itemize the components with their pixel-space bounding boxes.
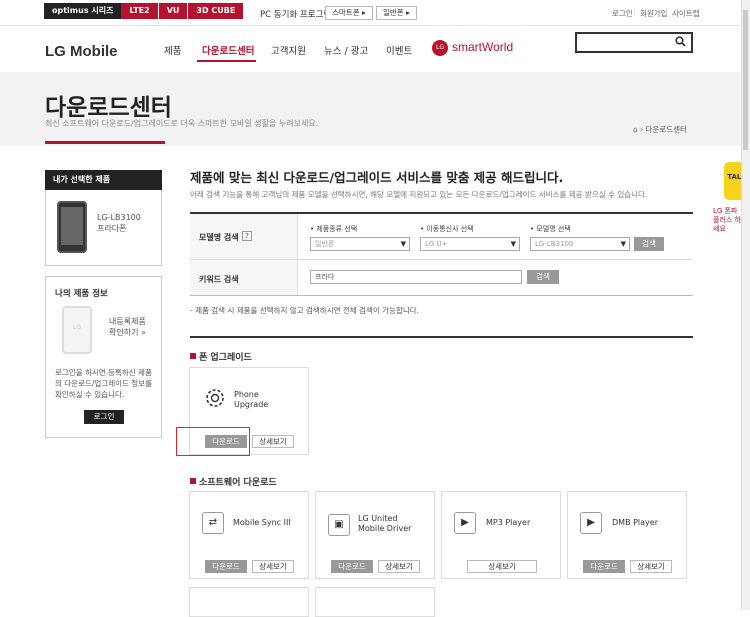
phone-placeholder-icon: LG: [62, 306, 92, 354]
my-registered-products-link[interactable]: 내등록제품 확인하기 »: [109, 316, 146, 338]
usb-driver-icon: ▣: [328, 514, 350, 536]
main-title: 제품에 맞는 최신 다운로드/업그레이드 서비스를 맞춤 제공 해드립니다.: [190, 170, 564, 185]
carrier-label: • 이동통신사 선택: [420, 225, 474, 233]
phone-upgrade-name-line2: Upgrade: [234, 400, 269, 409]
product-type-select[interactable]: 일반폰 ▼: [310, 237, 410, 251]
pc-sync-label: PC 동기화 프로그램: [260, 10, 332, 20]
phone-upgrade-detail-button[interactable]: 상세보기: [252, 435, 294, 448]
play-icon: ▶: [580, 512, 602, 534]
software-card-name-line1: LG United: [358, 514, 398, 523]
talk-promo-text[interactable]: LG 폰파 플러스 하세요: [713, 207, 743, 234]
main-subtitle: 아래 검색 기능을 통해 고객님의 제품 모델을 선택하시면, 해당 모델에 지…: [190, 190, 648, 199]
play-icon: ▶: [454, 512, 476, 534]
search-icon[interactable]: [675, 36, 686, 50]
software-download-title: 소프트웨어 다운로드: [199, 478, 277, 488]
carrier-value: LG U+: [425, 240, 448, 248]
registered-link-line2: 확인하기 »: [109, 328, 146, 337]
brand-optimus-link[interactable]: optimus 시리즈: [44, 3, 122, 19]
software-card-name: Mobile Sync III: [233, 518, 291, 527]
help-icon[interactable]: ?: [242, 231, 252, 241]
page-subtitle: 최신 소프트웨어 다운로드/업그레이드로 더욱 스마트한 모바일 생활을 누려보…: [45, 119, 319, 128]
nav-support[interactable]: 고객지원: [271, 43, 306, 57]
login-info-text: 로그인을 하시면 등록하신 제품의 다운로드/업그레이드 정보를 확인하실 수 …: [55, 368, 152, 399]
scrollbar-thumb[interactable]: [743, 10, 748, 150]
model-search-button[interactable]: 검색: [634, 237, 664, 251]
nav-events[interactable]: 이벤트: [386, 43, 412, 57]
keyword-search-label: 키워드 검색: [199, 275, 239, 284]
brand-lte2-link[interactable]: LTE2: [121, 3, 158, 19]
link-separator: |: [665, 8, 668, 16]
sitemap-link[interactable]: 사이트맵: [672, 8, 700, 19]
brand-3dcube-link[interactable]: 3D CUBE: [187, 3, 244, 19]
phone-upgrade-name: Phone Upgrade: [234, 390, 268, 410]
link-separator: |: [633, 8, 636, 16]
selected-product-name: LG-LB3100 프라다폰: [97, 212, 141, 234]
keyword-input[interactable]: 프라다: [310, 270, 522, 284]
sync-icon: ⇄: [202, 512, 224, 534]
product-type-value: 일반폰: [315, 240, 335, 248]
software-detail-button[interactable]: 상세보기: [467, 560, 537, 573]
software-download-button[interactable]: 다운로드: [205, 560, 247, 573]
model-name-value: LG-LB3100: [535, 240, 574, 248]
model-name-select[interactable]: LG-LB3100 ▼: [530, 237, 630, 251]
keyword-search-button[interactable]: 검색: [527, 270, 559, 284]
nav-products[interactable]: 제품: [164, 43, 181, 57]
gear-icon: [202, 385, 228, 411]
section-bullet: [190, 478, 196, 484]
phone-upgrade-name-line1: Phone: [234, 390, 259, 399]
chevron-down-icon: ▼: [620, 240, 626, 248]
nav-news[interactable]: 뉴스 / 광고: [324, 43, 368, 57]
page-title: 다운로드센터: [45, 95, 172, 121]
selected-model-name: 프라다폰: [97, 224, 127, 233]
software-download-button[interactable]: 다운로드: [583, 560, 625, 573]
software-download-button[interactable]: 다운로드: [331, 560, 373, 573]
software-detail-button[interactable]: 상세보기: [378, 560, 420, 573]
chevron-down-icon: ▼: [400, 240, 406, 248]
nav-active-underline: [197, 60, 256, 62]
model-name-label: • 모델명 선택: [530, 225, 571, 233]
brand-strip: optimus 시리즈 LTE2 VU 3D CUBE: [44, 3, 244, 19]
my-product-info-title: 나의 제품 정보: [55, 289, 108, 299]
software-card-name: LG United Mobile Driver: [358, 514, 411, 534]
search-note: - 제품 검색 시 제품을 선택하지 않고 검색하시면 전체 검색이 가능합니다…: [190, 306, 420, 315]
software-card-name: MP3 Player: [486, 518, 531, 527]
lg-logo-icon: LG: [432, 40, 448, 56]
carrier-select[interactable]: LG U+ ▼: [420, 237, 520, 251]
registered-link-line1: 내등록제품: [109, 317, 146, 326]
phone-screen: [61, 207, 83, 245]
breadcrumb[interactable]: ⌂ › 다운로드센터: [633, 124, 687, 135]
brand-vu-link[interactable]: VU: [157, 3, 188, 19]
model-search-label: 모델명 검색: [199, 233, 239, 242]
software-detail-button[interactable]: 상세보기: [252, 560, 294, 573]
software-card: [189, 587, 309, 617]
phone-upgrade-title: 폰 업그레이드: [199, 353, 252, 363]
software-card-name: DMB Player: [612, 518, 658, 527]
software-detail-button[interactable]: 상세보기: [630, 560, 672, 573]
smartworld-link[interactable]: smartWorld: [452, 40, 513, 54]
signup-link[interactable]: 회원가입: [640, 8, 668, 19]
selected-model: LG-LB3100: [97, 213, 141, 222]
product-type-label: • 제품종류 선택: [310, 225, 358, 233]
sidebar-login-button[interactable]: 로그인: [84, 410, 124, 424]
section-bullet: [190, 353, 196, 359]
highlight-box: [176, 427, 250, 456]
lg-mobile-logo[interactable]: LG Mobile: [45, 43, 118, 60]
section-divider: [190, 336, 693, 338]
nav-download-center[interactable]: 다운로드센터: [202, 43, 254, 57]
login-link[interactable]: 로그인: [612, 8, 633, 19]
featurephone-button[interactable]: 일반폰 ▸: [376, 6, 417, 20]
selected-product-header: 내가 선택한 제품: [45, 170, 162, 190]
chevron-down-icon: ▼: [510, 240, 516, 248]
header-divider: [0, 25, 750, 26]
smartphone-button[interactable]: 스마트폰 ▸: [325, 6, 373, 20]
title-accent-bar: [45, 141, 165, 144]
software-card: [315, 587, 435, 617]
software-card-name-line2: Mobile Driver: [358, 524, 412, 533]
